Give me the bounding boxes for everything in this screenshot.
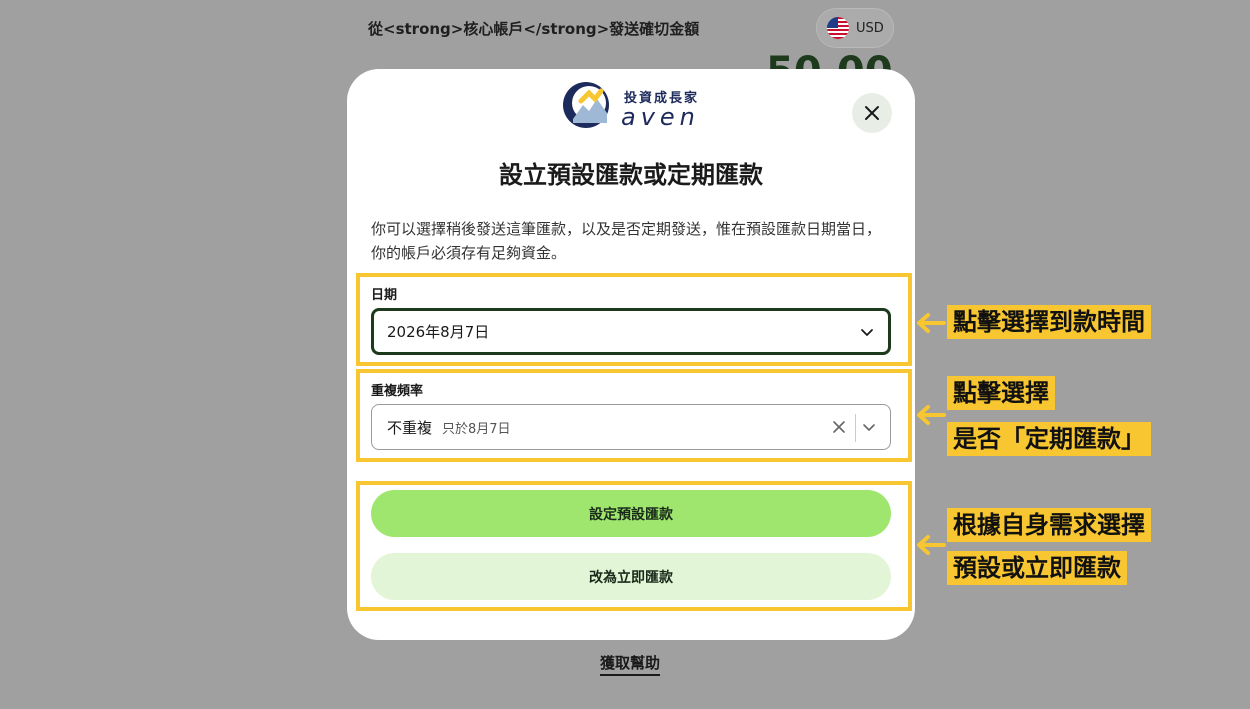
brand-logo: 投資成長家 aven [561, 79, 711, 131]
modal-title: 設立預設匯款或定期匯款 [499, 161, 763, 189]
arrow-left-icon [917, 313, 946, 333]
callout-date: 點擊選擇到款時間 [947, 305, 1151, 339]
repeat-label: 重複頻率 [371, 384, 424, 399]
date-label: 日期 [371, 288, 398, 303]
logo-english-text: aven [621, 103, 700, 131]
currency-selector[interactable]: USD [816, 8, 894, 48]
repeat-select[interactable]: 不重複 只於8月7日 [371, 404, 891, 450]
send-now-button[interactable]: 改為立即匯款 [371, 553, 891, 600]
chevron-down-icon [863, 424, 875, 431]
arrow-left-icon [917, 405, 946, 425]
page-title: 從<strong>核心帳戶</strong>發送確切金額 [368, 20, 700, 38]
repeat-sub-text: 只於8月7日 [442, 421, 511, 437]
modal-description: 你可以選擇稍後發送這筆匯款，以及是否定期發送，惟在預設匯款日期當日，你的帳戶必須… [371, 220, 882, 262]
repeat-value: 不重複 [387, 418, 433, 437]
scheduled-transfer-modal: 投資成長家 aven 設立預設匯款或定期匯款 你可以選擇稍後發送這筆匯款，以及是… [347, 69, 915, 640]
callout-repeat-line2: 是否「定期匯款」 [947, 422, 1151, 456]
clear-icon[interactable] [832, 420, 846, 434]
schedule-transfer-button[interactable]: 設定預設匯款 [371, 490, 891, 537]
date-select[interactable]: 2026年8月7日 [371, 308, 891, 355]
date-value: 2026年8月7日 [387, 323, 490, 341]
callout-buttons-line2: 預設或立即匯款 [947, 551, 1127, 585]
select-separator [855, 414, 856, 442]
help-link[interactable]: 獲取幫助 [600, 652, 661, 676]
close-button[interactable] [852, 93, 892, 133]
currency-code: USD [856, 20, 884, 36]
us-flag-icon [827, 17, 849, 39]
chevron-down-icon [861, 328, 873, 336]
close-icon [865, 106, 879, 120]
callout-buttons-line1: 根據自身需求選擇 [947, 508, 1151, 542]
arrow-left-icon [917, 535, 946, 555]
callout-repeat-line1: 點擊選擇 [947, 376, 1055, 410]
logo-mark-icon [563, 82, 609, 128]
